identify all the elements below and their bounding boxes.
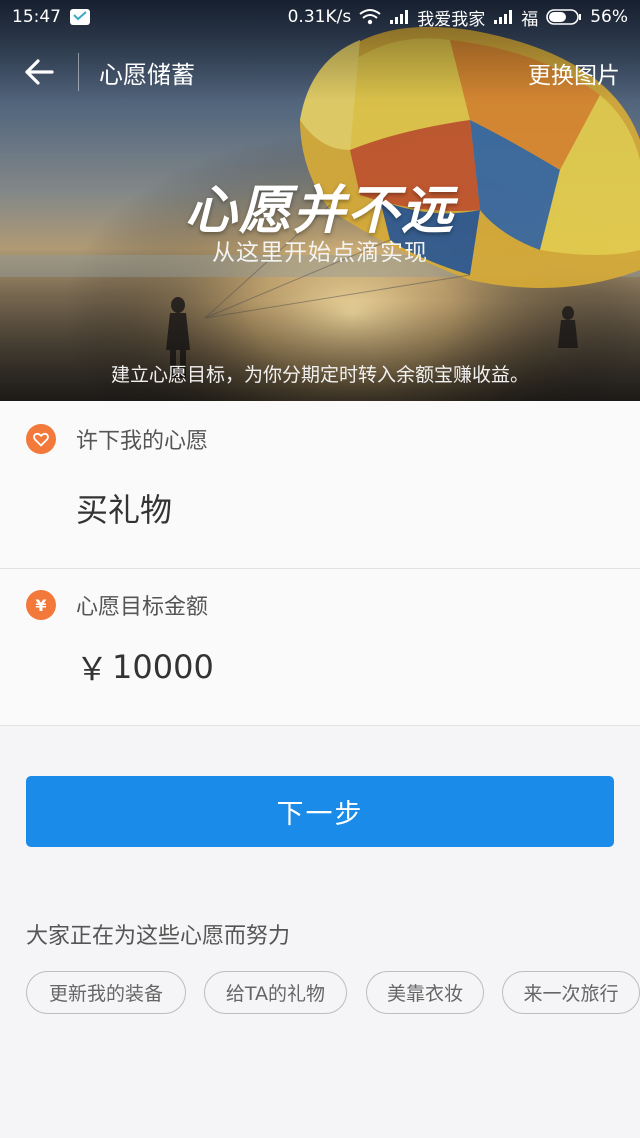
page-title: 心愿储蓄 [99, 60, 195, 89]
notification-icon [69, 8, 91, 26]
signal-icon-2 [493, 9, 513, 25]
yen-icon: ¥ [26, 590, 56, 620]
amount-label: 心愿目标金额 [76, 595, 209, 620]
arrow-left-icon [25, 59, 54, 85]
hero-banner: 15:47 0.31K/s 我爱我家 福 56% 心愿储蓄 更换图片 心愿并不远… [0, 0, 640, 401]
network-speed: 0.31K/s [287, 7, 352, 27]
suggestion-tag[interactable]: 来一次旅行 [502, 971, 640, 1014]
heart-icon [26, 424, 56, 454]
suggestions-title: 大家正在为这些心愿而努力 [26, 924, 291, 949]
status-time: 15:47 [12, 7, 61, 27]
hero-slogan: 心愿并不远 [184, 180, 455, 241]
amount-section: ¥ 心愿目标金额 ￥ 10000 [0, 569, 640, 726]
suggestion-tag[interactable]: 给TA的礼物 [204, 971, 347, 1014]
battery-icon [546, 9, 582, 25]
hero-subtitle: 从这里开始点滴实现 [212, 240, 428, 266]
hero-caption: 建立心愿目标，为你分期定时转入余额宝赚收益。 [110, 364, 529, 386]
status-bar: 15:47 0.31K/s 我爱我家 福 56% [0, 0, 640, 34]
currency-symbol: ￥ [76, 650, 109, 688]
suggestion-tag[interactable]: 美靠衣妆 [366, 971, 484, 1014]
amount-header: ¥ 心愿目标金额 [26, 589, 208, 621]
wifi-icon [359, 8, 381, 26]
back-button[interactable] [0, 40, 78, 104]
wish-label: 许下我的心愿 [76, 429, 209, 454]
wish-input[interactable]: 买礼物 [76, 485, 596, 533]
carrier-1: 我爱我家 [417, 9, 486, 30]
wish-section: 许下我的心愿 买礼物 [0, 401, 640, 569]
change-image-button[interactable]: 更换图片 [528, 56, 620, 90]
amount-input[interactable]: ￥ 10000 [76, 645, 596, 689]
title-divider [78, 53, 79, 91]
suggestion-tag[interactable]: 更新我的装备 [26, 971, 186, 1014]
amount-value: 10000 [112, 648, 214, 686]
signal-icon [389, 9, 409, 25]
battery-level: 56% [590, 7, 628, 27]
wish-header: 许下我的心愿 [26, 423, 208, 455]
title-bar: 心愿储蓄 更换图片 [0, 40, 640, 104]
carrier-2: 福 [521, 9, 539, 30]
next-step-button[interactable]: 下一步 [26, 776, 614, 847]
